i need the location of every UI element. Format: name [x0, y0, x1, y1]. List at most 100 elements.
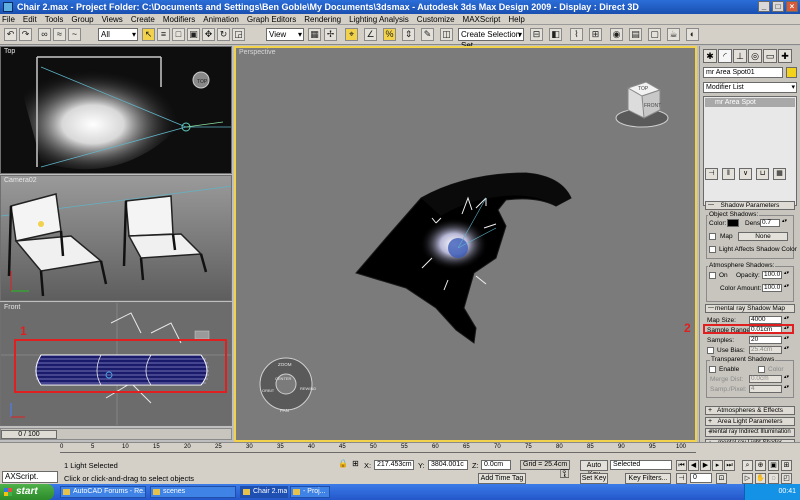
map-checkbox[interactable]	[709, 233, 716, 240]
display-tab-icon[interactable]: ▭	[763, 49, 777, 63]
merge-dist-spinner[interactable]: ▴▾	[784, 375, 789, 383]
menu-modifiers[interactable]: Modifiers	[163, 15, 195, 24]
stack-item-area-spot[interactable]: mr Area Spot	[705, 98, 795, 107]
key-mode-dropdown[interactable]: Selected	[610, 460, 672, 470]
create-tab-icon[interactable]: ✱	[703, 49, 717, 63]
maximize-viewport-icon[interactable]: ◰	[781, 473, 792, 484]
select-move-icon[interactable]: ✥	[202, 28, 215, 41]
merge-dist-input[interactable]: 0.0cm	[749, 375, 782, 383]
viewport-top[interactable]: TOP Top	[0, 46, 232, 174]
x-coordinate-input[interactable]: 217.453cm	[374, 460, 414, 470]
map-size-spinner[interactable]: ▴▾	[784, 316, 789, 324]
menu-graph-editors[interactable]: Graph Editors	[247, 15, 296, 24]
pan-icon[interactable]: ✋	[755, 473, 766, 484]
use-bias-spinner[interactable]: ▴▾	[784, 346, 789, 354]
render-iterative-icon[interactable]: ◐	[686, 28, 699, 41]
absolute-relative-toggle-icon[interactable]: ⊞	[352, 459, 359, 468]
color-amount-spinner[interactable]: ▴▾	[784, 284, 789, 292]
select-rotate-icon[interactable]: ↻	[217, 28, 230, 41]
object-name-field[interactable]: mr Area Spot01	[703, 67, 783, 78]
use-bias-checkbox[interactable]	[707, 347, 714, 354]
current-frame-input[interactable]: 0	[690, 473, 712, 483]
menu-help[interactable]: Help	[508, 15, 524, 24]
pivot-center-icon[interactable]: ▦	[308, 28, 321, 41]
rollout-shadow-parameters[interactable]: Shadow Parameters	[705, 201, 795, 210]
undo-icon[interactable]: ↶	[4, 28, 17, 41]
viewport-label-front[interactable]: Front	[4, 304, 20, 311]
snaps-toggle-icon[interactable]: ⌖	[345, 28, 358, 41]
shadow-map-none-button[interactable]: None	[738, 232, 788, 241]
track-bar-ruler[interactable]: 0 5 10 15 20 25 30 35 40 45 50 55 60 65 …	[60, 444, 696, 453]
rollout-mental-ray-indirect-illumination[interactable]: mental ray Indirect Illumination	[705, 428, 795, 437]
viewport-camera[interactable]: Camera02	[0, 175, 232, 301]
object-color-swatch[interactable]	[786, 67, 797, 78]
maxscript-listener-input[interactable]: AXScript.	[2, 471, 58, 483]
transparent-color-checkbox[interactable]	[758, 366, 765, 373]
select-object-icon[interactable]: ↖	[142, 28, 155, 41]
viewport-label-top[interactable]: Top	[4, 48, 15, 55]
task-scenes[interactable]: scenes	[150, 486, 236, 498]
pin-stack-icon[interactable]: ⊣	[705, 168, 718, 180]
y-coordinate-input[interactable]: 3804.001c	[428, 460, 468, 470]
menu-tools[interactable]: Tools	[45, 15, 64, 24]
use-bias-input[interactable]: 25.4cm	[749, 346, 782, 354]
field-of-view-icon[interactable]: ▷	[742, 473, 753, 484]
select-scale-icon[interactable]: ◲	[232, 28, 245, 41]
time-configuration-icon[interactable]: ⊡	[716, 473, 727, 484]
minimize-button[interactable]: _	[758, 1, 770, 12]
make-unique-icon[interactable]: ∨	[739, 168, 752, 180]
viewport-perspective[interactable]: TOP FRONT ZOOM CENTER ORBIT REWIND PAN P…	[234, 46, 697, 442]
edit-named-selection-icon[interactable]: ✎	[421, 28, 434, 41]
viewport-label-perspective[interactable]: Perspective	[239, 49, 276, 56]
next-frame-icon[interactable]: ▸	[712, 460, 723, 471]
mirror-icon[interactable]: ◫	[440, 28, 453, 41]
configure-sets-icon[interactable]: ▦	[773, 168, 786, 180]
opacity-spinner[interactable]: ▴▾	[784, 271, 789, 279]
set-key-button[interactable]: Set Key	[580, 473, 608, 484]
zoom-icon[interactable]: ⌕	[742, 460, 753, 471]
select-manipulate-icon[interactable]: ✢	[324, 28, 337, 41]
orbit-icon[interactable]: ◌	[768, 473, 779, 484]
schematic-view-icon[interactable]: ⊞	[589, 28, 602, 41]
percent-snap-icon[interactable]: %	[383, 28, 396, 41]
samples-spinner[interactable]: ▴▾	[784, 336, 789, 344]
angle-snap-icon[interactable]: ∠	[364, 28, 377, 41]
key-mode-toggle-icon[interactable]: ⊣	[676, 473, 687, 484]
z-coordinate-input[interactable]: 0.0cm	[481, 460, 511, 470]
rollout-area-light-parameters[interactable]: Area Light Parameters	[705, 417, 795, 426]
close-button[interactable]: ×	[786, 1, 798, 12]
light-affects-shadow-checkbox[interactable]	[709, 246, 716, 253]
utilities-tab-icon[interactable]: ✚	[778, 49, 792, 63]
density-input[interactable]: 0.7	[760, 219, 780, 227]
menu-customize[interactable]: Customize	[417, 15, 455, 24]
rollout-mental-ray-shadow-map[interactable]: mental ray Shadow Map	[705, 304, 795, 313]
window-crossing-icon[interactable]: ▣	[187, 28, 200, 41]
color-amount-input[interactable]: 100.0	[762, 284, 782, 292]
menu-group[interactable]: Group	[71, 15, 93, 24]
shadow-color-swatch[interactable]	[727, 219, 739, 227]
reference-coordinate-dropdown[interactable]: View	[266, 28, 304, 41]
play-icon[interactable]: ▶	[700, 460, 711, 471]
zoom-all-icon[interactable]: ⊕	[755, 460, 766, 471]
motion-tab-icon[interactable]: ◎	[748, 49, 762, 63]
maximize-button[interactable]: □	[772, 1, 784, 12]
task-autocad-forums[interactable]: AutoCAD Forums - Re...	[60, 486, 146, 498]
rectangular-selection-icon[interactable]: □	[172, 28, 185, 41]
auto-key-button[interactable]: Auto Key	[580, 460, 608, 478]
render-production-icon[interactable]: ☕	[667, 28, 680, 41]
opacity-input[interactable]: 100.0	[762, 271, 782, 279]
redo-icon[interactable]: ↷	[19, 28, 32, 41]
material-editor-icon[interactable]: ◉	[610, 28, 623, 41]
zoom-extents-all-icon[interactable]: ⊞	[781, 460, 792, 471]
add-time-tag-button[interactable]: Add Time Tag	[478, 473, 526, 484]
go-to-end-icon[interactable]: ⏭	[724, 460, 735, 471]
remove-modifier-icon[interactable]: ⊔	[756, 168, 769, 180]
rollout-atmospheres-effects[interactable]: Atmospheres & Effects	[705, 406, 795, 415]
menu-rendering[interactable]: Rendering	[304, 15, 341, 24]
menu-create[interactable]: Create	[131, 15, 155, 24]
go-to-start-icon[interactable]: ⏮	[676, 460, 687, 471]
key-filters-button[interactable]: Key Filters...	[625, 473, 671, 484]
atmosphere-on-checkbox[interactable]	[709, 272, 716, 279]
key-icon[interactable]: ⚿	[560, 467, 569, 482]
modify-tab-icon[interactable]: ◜	[718, 49, 732, 63]
